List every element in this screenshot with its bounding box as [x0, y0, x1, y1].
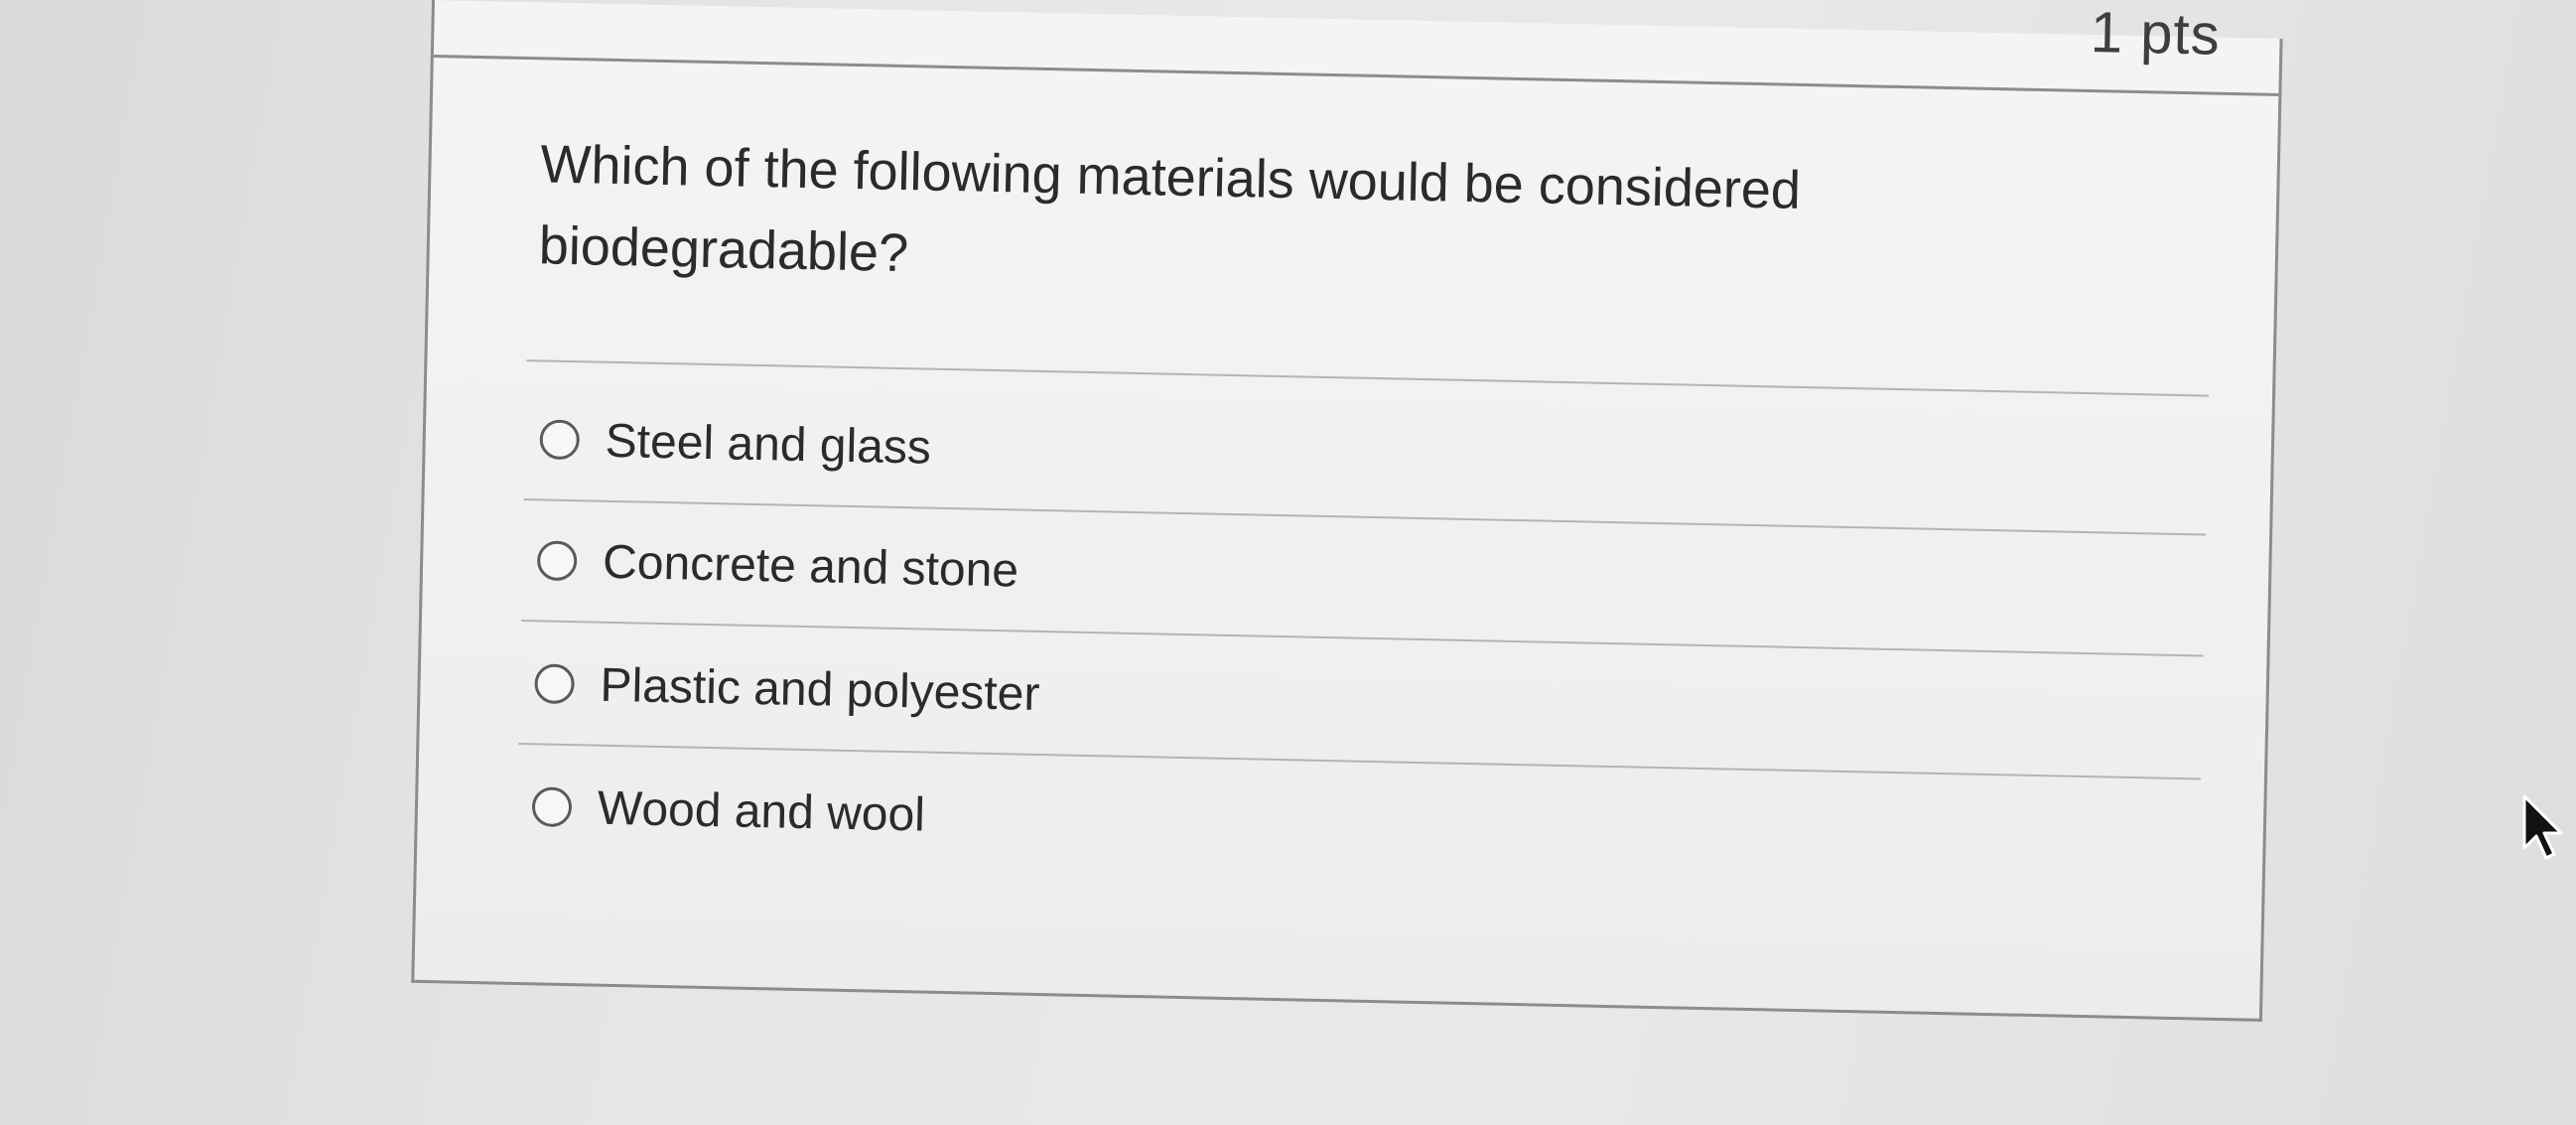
question-text: Which of the following materials would b…	[538, 134, 1802, 284]
answer-label[interactable]: Wood and wool	[597, 780, 925, 842]
answer-option-concrete-and-stone[interactable]: Concrete and stone	[536, 520, 1019, 610]
quiz-question-card: 1 pts Which of the following materials w…	[411, 0, 2283, 1022]
radio-button-icon[interactable]	[534, 663, 576, 705]
answer-option-plastic-and-polyester[interactable]: Plastic and polyester	[534, 643, 1040, 734]
answer-label[interactable]: Concrete and stone	[603, 534, 1019, 598]
radio-button-icon[interactable]	[536, 540, 578, 582]
answer-option-wood-and-wool[interactable]: Wood and wool	[531, 767, 926, 854]
answer-option-steel-and-glass[interactable]: Steel and glass	[539, 399, 932, 487]
mouse-pointer-icon	[2522, 794, 2563, 860]
answer-label[interactable]: Steel and glass	[605, 413, 931, 475]
answer-label[interactable]: Plastic and polyester	[600, 657, 1040, 721]
radio-button-icon[interactable]	[531, 786, 573, 828]
points-label: 1 pts	[2090, 0, 2222, 68]
divider	[526, 359, 2210, 397]
radio-button-icon[interactable]	[539, 419, 581, 461]
question-header: 1 pts	[433, 0, 2280, 96]
